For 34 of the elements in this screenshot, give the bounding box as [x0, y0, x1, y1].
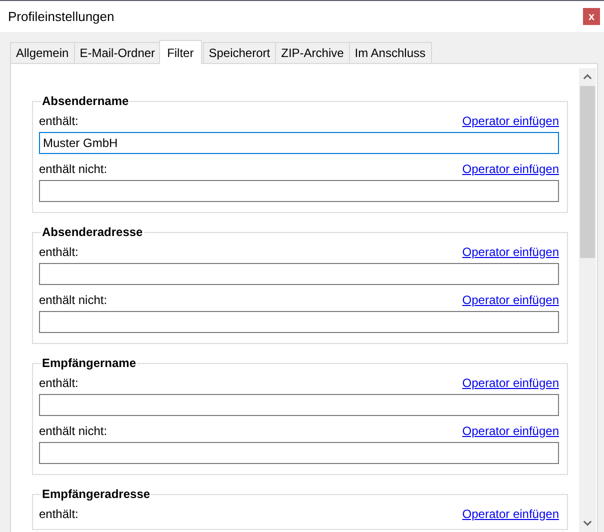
insert-operator-link[interactable]: Operator einfügen: [462, 244, 559, 258]
group-title: Absenderadresse: [41, 225, 144, 239]
group-title: Empfängeradresse: [41, 487, 152, 501]
input-field[interactable]: [39, 180, 559, 202]
field-label: enthält:: [39, 244, 78, 258]
window-title: Profileinstellungen: [8, 9, 114, 24]
tab[interactable]: Allgemein: [10, 42, 75, 63]
scrollbar-thumb[interactable]: [580, 86, 595, 258]
close-button[interactable]: x: [583, 8, 600, 25]
vertical-scrollbar[interactable]: [579, 68, 596, 532]
scroll-down-icon[interactable]: [583, 520, 592, 526]
tab[interactable]: Filter: [159, 40, 202, 64]
field-label: enthält:: [39, 114, 78, 128]
input-field[interactable]: [39, 394, 559, 416]
input-field[interactable]: [39, 263, 559, 285]
input-field[interactable]: [39, 311, 559, 333]
insert-operator-link[interactable]: Operator einfügen: [462, 114, 559, 128]
insert-operator-link[interactable]: Operator einfügen: [462, 292, 559, 306]
group-title: Absendername: [41, 94, 130, 108]
field-label: enthält:: [39, 376, 78, 390]
insert-operator-link[interactable]: Operator einfügen: [462, 506, 559, 520]
field-label: enthält nicht:: [39, 162, 108, 176]
input-field[interactable]: Muster GmbH: [39, 132, 559, 154]
tab[interactable]: Speicherort: [202, 42, 276, 63]
field-label: enthält nicht:: [39, 424, 108, 438]
field-label: enthält:: [39, 506, 78, 520]
insert-operator-link[interactable]: Operator einfügen: [462, 162, 559, 176]
tab[interactable]: Im Anschluss: [348, 42, 432, 63]
input-field[interactable]: [39, 442, 559, 464]
insert-operator-link[interactable]: Operator einfügen: [462, 424, 559, 438]
group-title: Empfängername: [41, 356, 138, 370]
field-label: enthält nicht:: [39, 292, 108, 306]
scroll-up-icon[interactable]: [583, 74, 592, 80]
insert-operator-link[interactable]: Operator einfügen: [462, 376, 559, 390]
